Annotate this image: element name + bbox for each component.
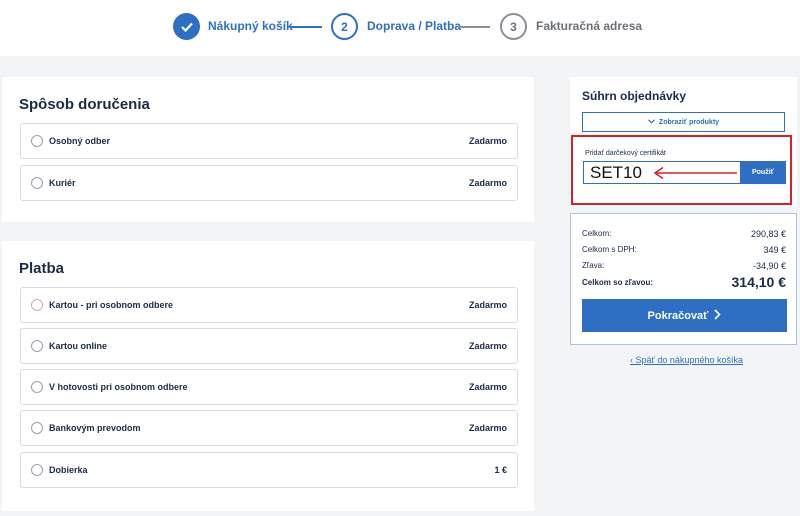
payment-option-card-online[interactable]: Kartou online Zadarmo	[20, 328, 518, 364]
option-price: Zadarmo	[468, 178, 507, 188]
radio-button[interactable]	[31, 135, 43, 147]
subtotal-row: Celkom: 290,83 €	[582, 229, 786, 239]
row-label: Zľava:	[582, 261, 605, 270]
delivery-option-courier[interactable]: Kuriér Zadarmo	[20, 165, 518, 201]
payment-option-bank-transfer[interactable]: Bankovým prevodom Zadarmo	[20, 410, 518, 446]
red-arrow-icon	[653, 166, 737, 180]
option-label: Kuriér	[49, 178, 76, 188]
radio-button[interactable]	[31, 422, 43, 434]
option-label: Kartou - pri osobnom odbere	[49, 300, 174, 310]
radio-button[interactable]	[31, 464, 43, 476]
checkout-stepper: Nákupný košík 2 Doprava / Platba 3 Faktu…	[0, 0, 800, 56]
show-products-label: Zobraziť produkty	[658, 118, 720, 126]
chevron-down-icon	[647, 118, 655, 126]
option-price: 1 €	[494, 465, 507, 475]
chevron-left-icon: ‹	[630, 355, 633, 365]
option-label: Osobný odber	[49, 136, 111, 146]
step-connector	[458, 26, 490, 28]
step-1-label[interactable]: Nákupný košík	[208, 19, 293, 33]
payment-card: Platba Kartou - pri osobnom odbere Zadar…	[2, 241, 534, 511]
continue-button[interactable]: Pokračovať	[582, 299, 787, 332]
back-to-cart-link[interactable]: ‹ Späť do nákupného košíka	[630, 355, 743, 365]
chevron-right-icon	[714, 308, 722, 323]
apply-certificate-button[interactable]: Použiť	[740, 161, 786, 184]
option-label: Bankovým prevodom	[49, 423, 141, 433]
step-3-number: 3	[500, 13, 527, 40]
highlight-box: Pridať darčekový certifikát SET10 Použiť	[571, 135, 792, 205]
radio-button[interactable]	[31, 381, 43, 393]
payment-option-cash-pickup[interactable]: V hotovosti pri osobnom odbere Zadarmo	[20, 369, 518, 405]
payment-option-cod[interactable]: Dobierka 1 €	[20, 452, 518, 488]
payment-title: Platba	[19, 260, 65, 277]
row-value: 349 €	[763, 245, 786, 255]
step-connector	[290, 26, 322, 28]
back-link-label: Späť do nákupného košíka	[635, 355, 743, 365]
option-price: Zadarmo	[468, 382, 507, 392]
row-label: Celkom s DPH:	[582, 245, 637, 254]
row-value: 290,83 €	[750, 229, 786, 239]
radio-button[interactable]	[31, 177, 43, 189]
step-3-label: Fakturačná adresa	[536, 19, 643, 33]
option-label: Kartou online	[49, 341, 107, 351]
grand-total-label: Celkom so zľavou:	[582, 277, 654, 287]
summary-title: Súhrn objednávky	[582, 89, 687, 103]
option-label: V hotovosti pri osobnom odbere	[49, 382, 188, 392]
show-products-button[interactable]: Zobraziť produkty	[582, 112, 785, 132]
step-2-label[interactable]: Doprava / Platba	[367, 19, 461, 33]
delivery-card: Spôsob doručenia Osobný odber Zadarmo Ku…	[2, 77, 534, 222]
option-price: Zadarmo	[468, 341, 507, 351]
option-price: Zadarmo	[468, 136, 507, 146]
discount-row: Zľava: -34,90 €	[582, 261, 786, 271]
radio-button[interactable]	[31, 299, 43, 311]
payment-option-card-pickup[interactable]: Kartou - pri osobnom odbere Zadarmo	[20, 287, 518, 323]
step-1-check-icon[interactable]	[173, 13, 200, 40]
option-price: Zadarmo	[468, 423, 507, 433]
gift-certificate-label: Pridať darčekový certifikát	[585, 150, 666, 157]
totals-card: Celkom: 290,83 € Celkom s DPH: 349 € Zľa…	[570, 213, 797, 345]
option-price: Zadarmo	[468, 300, 507, 310]
order-summary-card: Súhrn objednávky Zobraziť produkty Prida…	[570, 77, 797, 207]
delivery-option-personal[interactable]: Osobný odber Zadarmo	[20, 123, 518, 159]
option-label: Dobierka	[49, 465, 88, 475]
step-2-number[interactable]: 2	[331, 13, 358, 40]
radio-button[interactable]	[31, 340, 43, 352]
total-vat-row: Celkom s DPH: 349 €	[582, 245, 786, 255]
grand-total-row: Celkom so zľavou: 314,10 €	[582, 274, 786, 290]
row-value: -34,90 €	[752, 261, 786, 271]
grand-total-value: 314,10 €	[731, 274, 787, 290]
delivery-title: Spôsob doručenia	[19, 96, 150, 113]
row-label: Celkom:	[582, 229, 612, 238]
continue-label: Pokračovať	[647, 309, 709, 322]
